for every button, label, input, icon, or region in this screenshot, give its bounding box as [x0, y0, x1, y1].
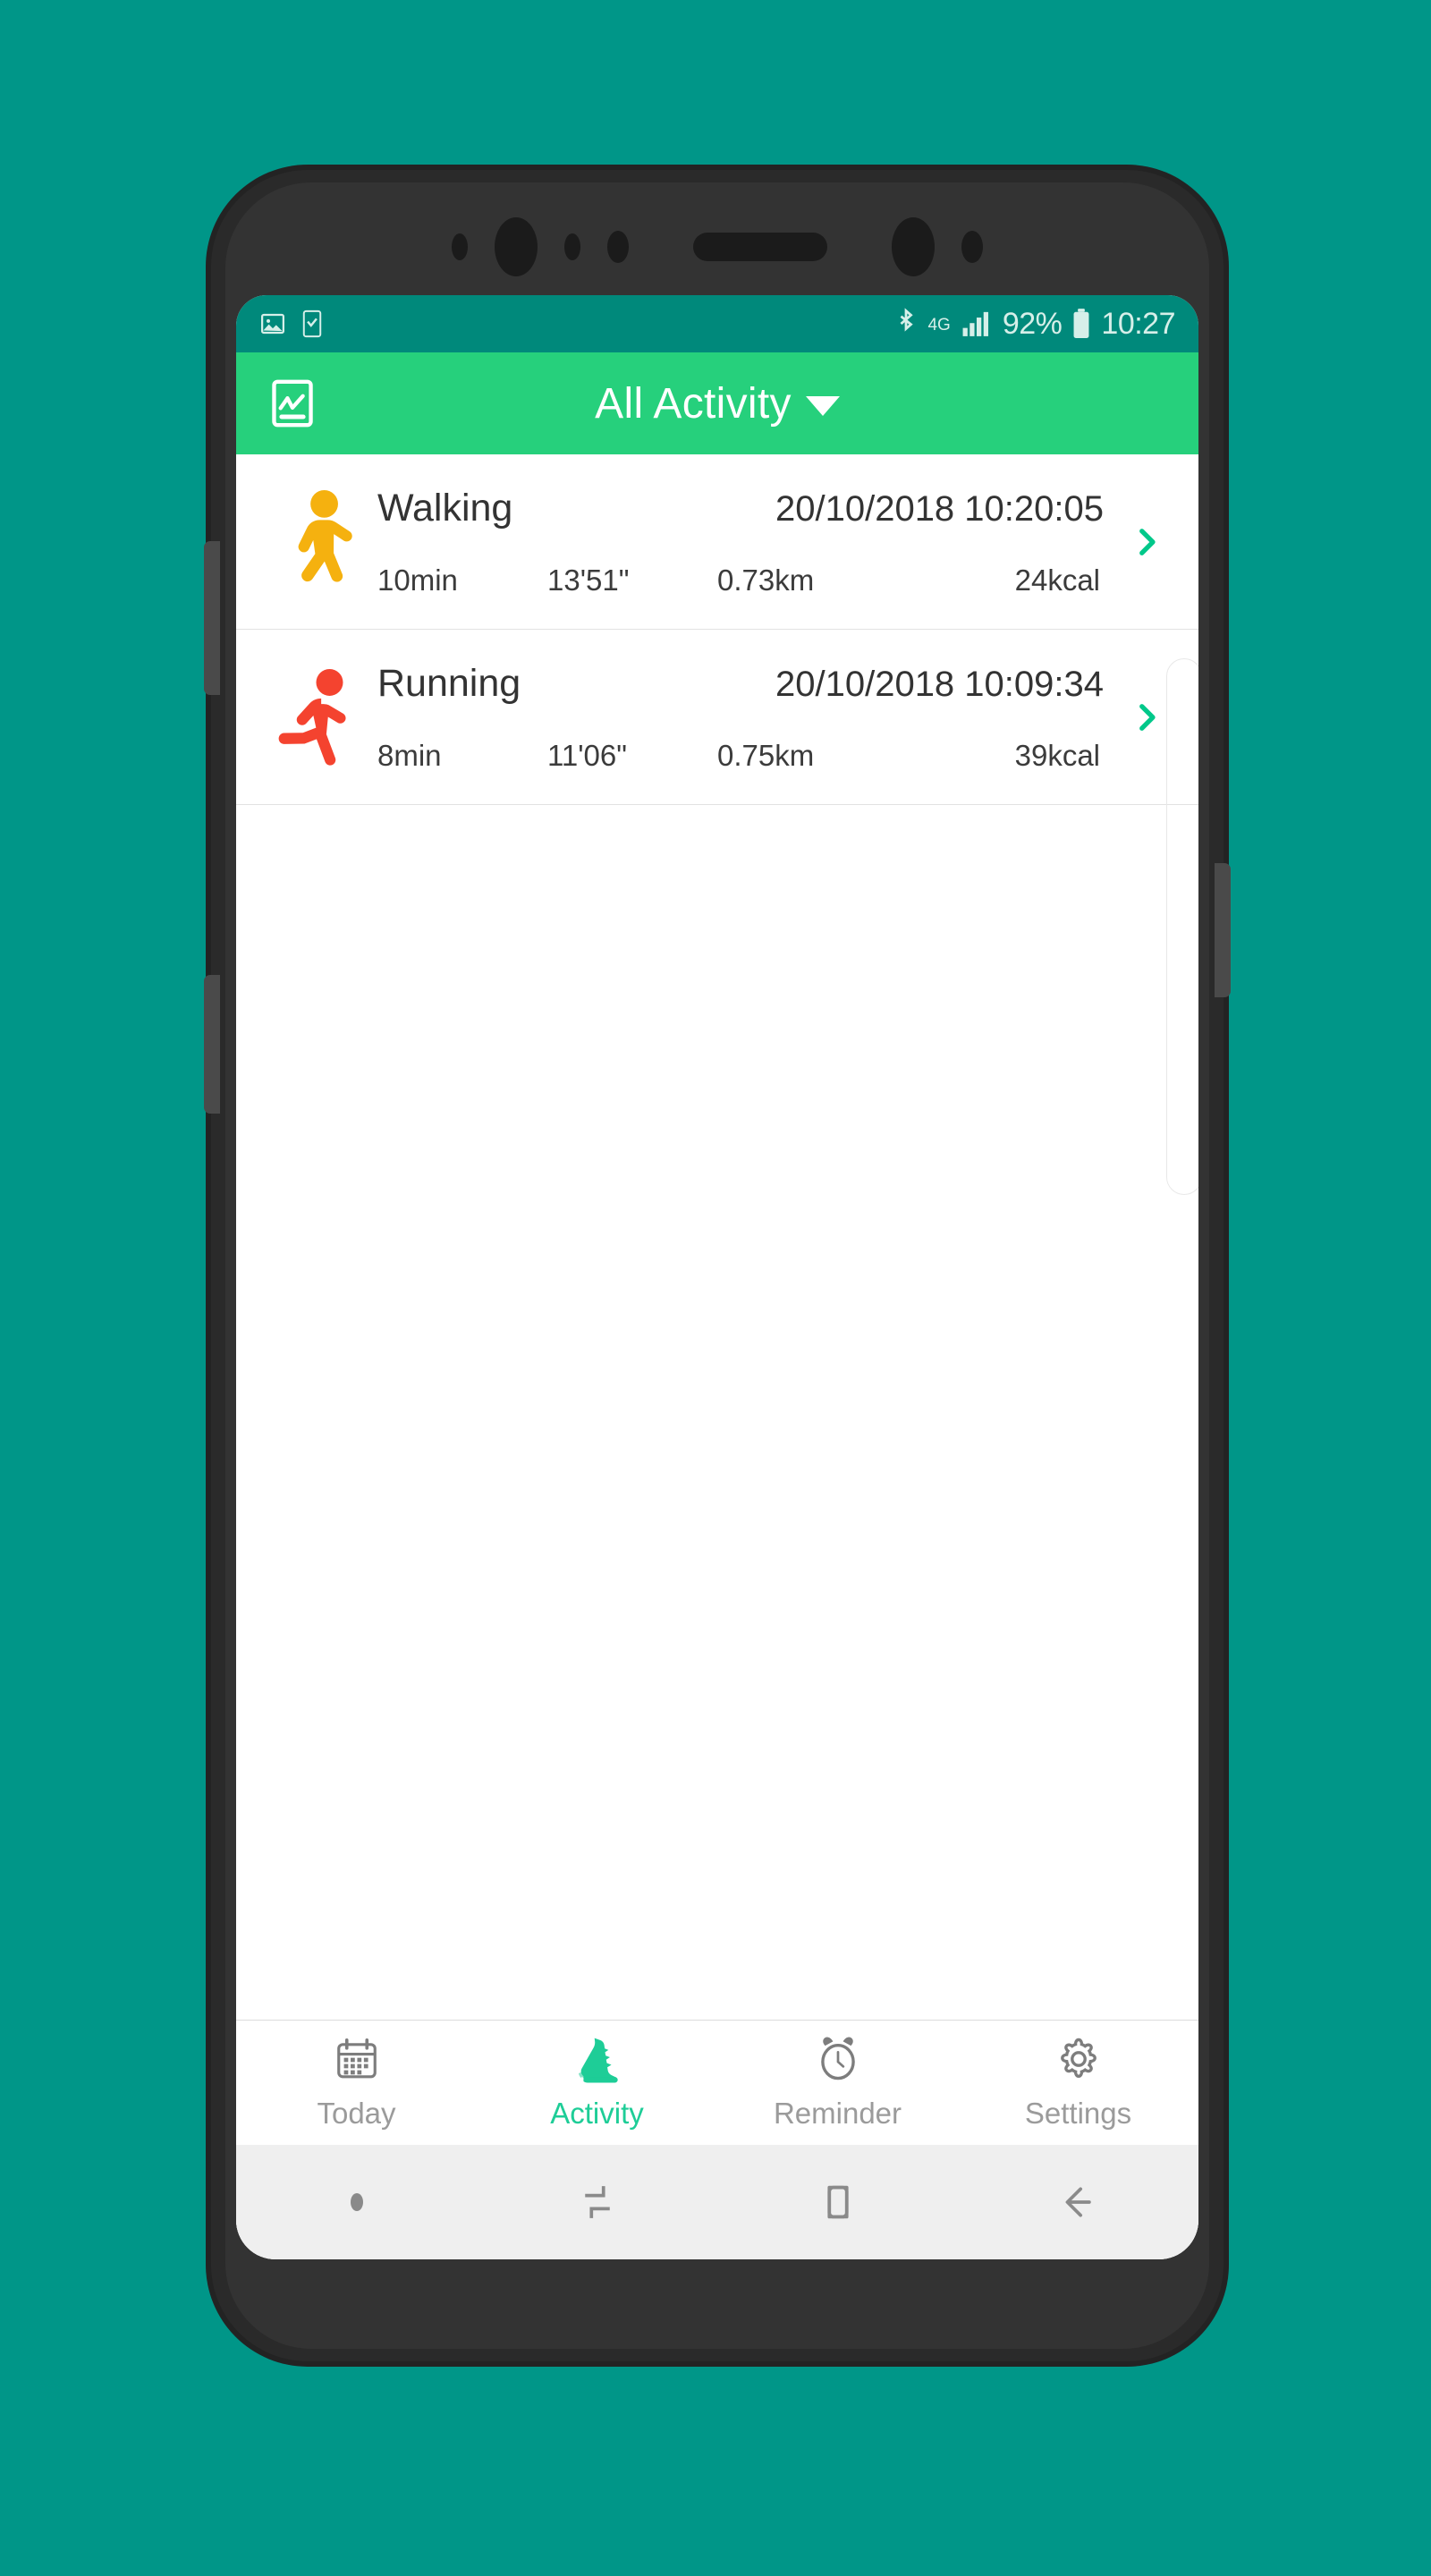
caret-down-icon: [805, 396, 840, 416]
image-icon: [259, 310, 286, 337]
phone-sensor-row: [225, 206, 1209, 288]
phone-check-icon: [301, 309, 324, 338]
android-system-nav: [236, 2145, 1198, 2259]
activity-chart-icon[interactable]: [267, 377, 318, 429]
activity-pace: 13'51": [547, 563, 630, 597]
dot-indicator-icon: [236, 2193, 477, 2211]
bluetooth-icon: [895, 308, 917, 340]
running-person-icon: [268, 665, 368, 770]
nav-tab-today[interactable]: Today: [236, 2035, 477, 2131]
activity-calories: 24kcal: [1014, 563, 1100, 597]
led-indicator-icon: [961, 231, 983, 263]
network-type-label: 4G: [927, 315, 951, 335]
activity-list: Walking 20/10/2018 10:20:05 10min 13'51"…: [236, 454, 1198, 805]
screenshot-root: 4G 92% 10:27 All Activity Walking 20/10/…: [0, 0, 1431, 2576]
proximity-sensor-icon: [452, 233, 468, 260]
activity-distance: 0.73km: [717, 563, 815, 597]
iris-sensor-icon: [607, 231, 629, 263]
app-bar: All Activity: [236, 352, 1198, 454]
alarm-clock-icon: [814, 2035, 862, 2088]
chevron-right-icon[interactable]: [1122, 699, 1172, 736]
activity-name: Running: [377, 661, 521, 705]
nav-label: Reminder: [773, 2097, 902, 2130]
earpiece-speaker-icon: [693, 233, 827, 261]
nav-tab-activity[interactable]: Activity: [477, 2035, 717, 2131]
walking-person-icon: [268, 489, 368, 595]
table-row[interactable]: Walking 20/10/2018 10:20:05 10min 13'51"…: [236, 454, 1198, 630]
activity-distance: 0.75km: [717, 738, 815, 772]
activity-duration: 10min: [377, 563, 458, 597]
front-camera-icon: [495, 217, 538, 276]
signal-bars-icon: [961, 309, 992, 338]
app-title-dropdown[interactable]: All Activity: [236, 379, 1198, 428]
activity-datetime: 20/10/2018 10:09:34: [775, 664, 1104, 704]
light-sensor-icon: [564, 233, 580, 260]
activity-name: Walking: [377, 486, 513, 530]
clock-label: 10:27: [1101, 306, 1175, 341]
chevron-right-icon[interactable]: [1122, 523, 1172, 561]
volume-down-button[interactable]: [204, 975, 220, 1114]
nav-label: Settings: [1024, 2097, 1132, 2130]
home-icon[interactable]: [717, 2179, 958, 2225]
nav-tab-settings[interactable]: Settings: [958, 2035, 1198, 2131]
activity-datetime: 20/10/2018 10:20:05: [775, 488, 1104, 529]
volume-up-button[interactable]: [204, 541, 220, 695]
activity-pace: 11'06": [547, 738, 627, 772]
battery-icon: [1072, 309, 1090, 339]
nav-tab-reminder[interactable]: Reminder: [717, 2035, 958, 2131]
table-row[interactable]: Running 20/10/2018 10:09:34 8min 11'06" …: [236, 630, 1198, 805]
activity-duration: 8min: [377, 738, 442, 772]
status-bar: 4G 92% 10:27: [236, 295, 1198, 352]
recents-icon[interactable]: [477, 2179, 717, 2225]
back-arrow-icon[interactable]: [958, 2179, 1198, 2225]
battery-percent-label: 92%: [1002, 306, 1063, 341]
phone-screen: 4G 92% 10:27 All Activity Walking 20/10/…: [236, 295, 1198, 2259]
calendar-icon: [333, 2035, 381, 2088]
bottom-navigation: Today Activity Reminder Settings: [236, 2020, 1198, 2145]
activity-calories: 39kcal: [1014, 738, 1100, 772]
secondary-camera-icon: [892, 217, 935, 276]
gear-icon: [1054, 2035, 1103, 2088]
page-title: All Activity: [595, 379, 792, 428]
nav-label: Today: [317, 2097, 396, 2130]
power-button[interactable]: [1215, 863, 1231, 997]
nav-label: Activity: [550, 2097, 644, 2130]
running-shoe-icon: [572, 2035, 623, 2088]
